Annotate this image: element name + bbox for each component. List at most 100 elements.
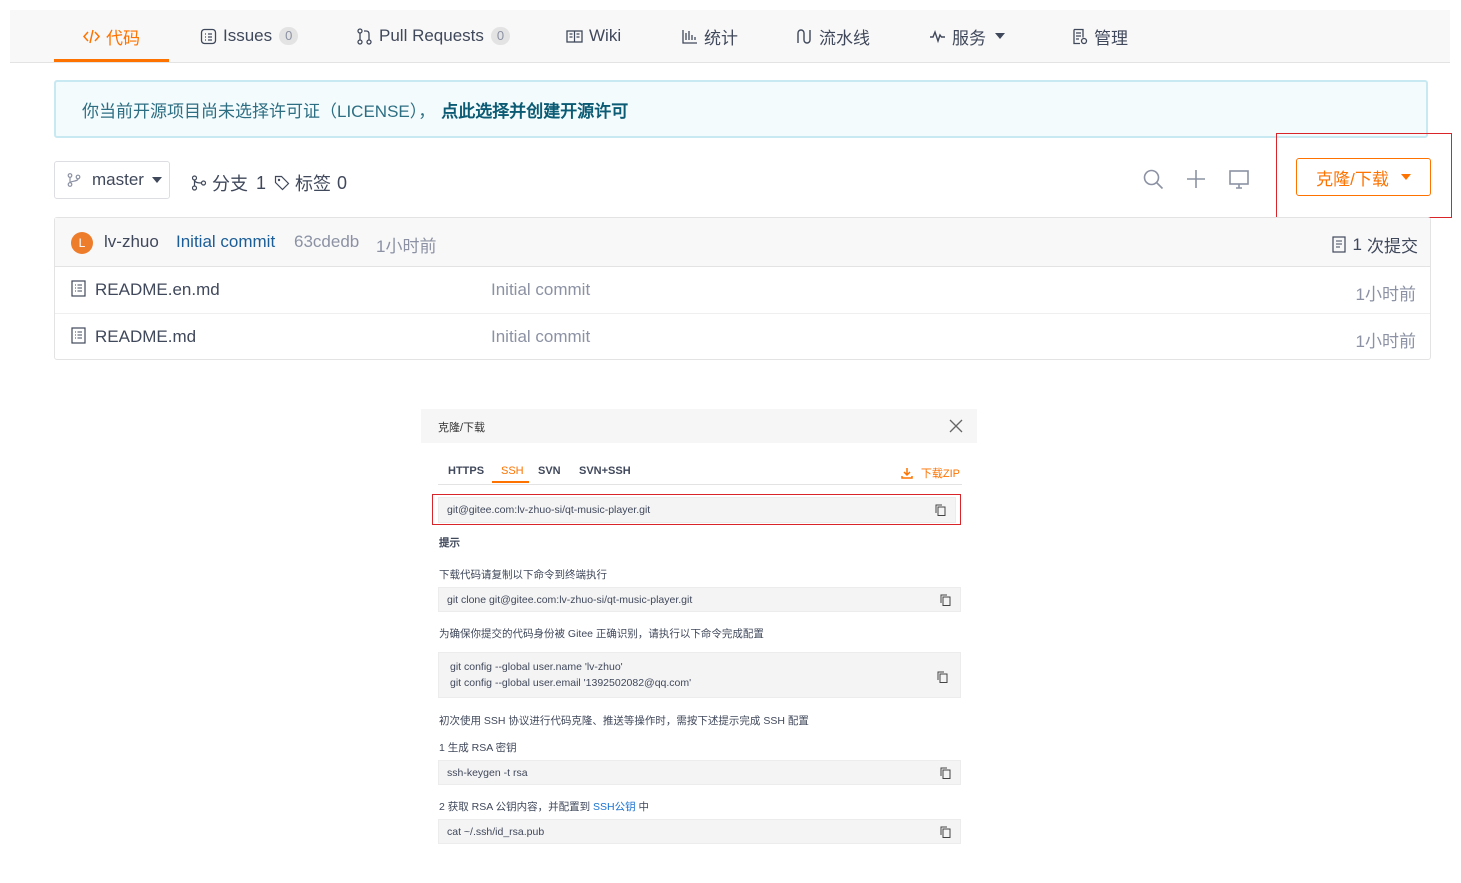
tag-icon	[274, 175, 290, 191]
chevron-down-icon	[995, 33, 1005, 39]
cat-command-text: cat ~/.ssh/id_rsa.pub	[447, 826, 545, 838]
file-commit-message[interactable]: Initial commit	[491, 327, 590, 347]
issues-icon	[200, 28, 217, 44]
download-icon	[901, 468, 913, 479]
commit-author[interactable]: lv-zhuo	[104, 232, 159, 252]
tip-title: 提示	[439, 537, 460, 549]
file-name[interactable]: README.md	[95, 327, 196, 347]
tip-ssh: 初次使用 SSH 协议进行代码克隆、推送等操作时，需按下述提示完成 SSH 配置	[439, 715, 809, 727]
file-time: 1小时前	[1355, 285, 1416, 304]
avatar[interactable]: L	[71, 232, 93, 254]
chevron-down-icon	[151, 177, 162, 183]
tags-label: 标签	[295, 174, 331, 194]
config-email-text: git config --global user.email '13925020…	[450, 677, 692, 689]
close-icon[interactable]	[949, 419, 963, 433]
clone-panel-title: 克隆/下载	[438, 422, 486, 434]
add-file-icon[interactable]	[1185, 168, 1207, 190]
copy-icon[interactable]	[940, 594, 951, 606]
step2-text: 2 获取 RSA 公钥内容，并配置到 SSH公钥 中	[439, 799, 649, 814]
commit-message[interactable]: Initial commit	[176, 232, 275, 252]
copy-icon[interactable]	[940, 767, 951, 779]
file-icon	[71, 280, 86, 297]
tags-link[interactable]: 标签 0	[274, 170, 347, 196]
tab-svn[interactable]: SVN	[538, 465, 561, 477]
file-commit-message[interactable]: Initial commit	[491, 280, 590, 300]
tab-pipeline-label: 流水线	[819, 28, 870, 48]
tab-wiki-label: Wiki	[589, 26, 622, 45]
tab-pull-requests[interactable]: Pull Requests 0	[356, 10, 511, 62]
tab-service[interactable]: 服务	[929, 10, 1005, 62]
tab-ssh[interactable]: SSH	[501, 465, 524, 477]
commit-hash[interactable]: 63cdedb	[294, 232, 359, 252]
tab-pull-requests-label: Pull Requests	[379, 26, 484, 45]
latest-commit-row: L lv-zhuo Initial commit 63cdedb 1小时前 1 …	[55, 218, 1430, 267]
tab-issues-label: Issues	[223, 26, 273, 45]
service-icon	[930, 29, 945, 43]
step2-suffix: 中	[638, 801, 650, 813]
tab-https[interactable]: HTTPS	[448, 465, 484, 477]
copy-icon[interactable]	[940, 826, 951, 838]
clone-protocol-tabs: HTTPS SSH SVN SVN+SSH 下载ZIP	[438, 458, 962, 485]
tab-stats[interactable]: 统计	[681, 10, 738, 62]
tab-wiki[interactable]: Wiki	[566, 10, 621, 62]
branch-select[interactable]: master	[54, 161, 170, 199]
clone-download-label: 克隆/下载	[1316, 169, 1389, 189]
repo-nav: 代码 Issues 0 Pull Requests 0 Wiki 统计 流水线 …	[10, 10, 1450, 63]
keygen-command-text: ssh-keygen -t rsa	[447, 767, 528, 779]
file-icon	[71, 327, 86, 344]
download-zip-link[interactable]: 下载ZIP	[901, 465, 960, 481]
git-config-box[interactable]: git config --global user.name 'lv-zhuo' …	[438, 652, 961, 698]
tip-config: 为确保你提交的代码身份被 Gitee 正确识别，请执行以下命令完成配置	[439, 628, 764, 640]
tab-stats-label: 统计	[704, 28, 738, 48]
copy-icon[interactable]	[935, 504, 946, 516]
wiki-icon	[566, 29, 583, 43]
tab-issues[interactable]: Issues 0	[200, 10, 299, 62]
pull-requests-count-badge: 0	[490, 27, 511, 45]
tab-svn-ssh[interactable]: SVN+SSH	[579, 465, 631, 477]
active-tab-underline	[492, 481, 529, 483]
commits-count: 1	[1352, 234, 1362, 254]
branches-link[interactable]: 分支 1	[191, 170, 266, 196]
clone-url-text: git@gitee.com:lv-zhuo-si/qt-music-player…	[447, 504, 651, 516]
config-name-text: git config --global user.name 'lv-zhuo'	[450, 661, 623, 673]
file-time: 1小时前	[1355, 332, 1416, 351]
pipeline-icon	[797, 28, 811, 44]
branches-label: 分支	[212, 174, 248, 194]
branch-icon	[191, 175, 207, 191]
clone-url-field[interactable]: git@gitee.com:lv-zhuo-si/qt-music-player…	[438, 497, 956, 523]
pull-request-icon	[357, 27, 372, 45]
tab-service-label: 服务	[952, 28, 986, 48]
step2-prefix: 2 获取 RSA 公钥内容，并配置到	[439, 801, 591, 813]
table-row[interactable]: README.md Initial commit 1小时前	[55, 313, 1430, 360]
ssh-key-link[interactable]: SSH公钥	[593, 801, 636, 813]
branch-name: master	[92, 170, 144, 189]
create-license-link[interactable]: 点此选择并创建开源许可	[441, 97, 628, 122]
manage-icon	[1073, 28, 1088, 44]
tip-download: 下载代码请复制以下命令到终端执行	[439, 569, 607, 581]
license-notice: 你当前开源项目尚未选择许可证（LICENSE）， 点此选择并创建开源许可	[54, 80, 1428, 138]
commit-time: 1小时前	[376, 237, 437, 256]
keygen-command-box[interactable]: ssh-keygen -t rsa	[438, 760, 961, 785]
clone-command-text: git clone git@gitee.com:lv-zhuo-si/qt-mu…	[447, 594, 693, 606]
clone-panel-header: 克隆/下载	[421, 409, 977, 443]
file-table: L lv-zhuo Initial commit 63cdedb 1小时前 1 …	[54, 217, 1431, 360]
tab-manage[interactable]: 管理	[1071, 10, 1128, 62]
search-icon[interactable]	[1142, 168, 1164, 190]
file-name[interactable]: README.en.md	[95, 280, 220, 300]
step1-text: 1 生成 RSA 密钥	[439, 742, 517, 754]
table-row[interactable]: README.en.md Initial commit 1小时前	[55, 266, 1430, 314]
clone-command-box[interactable]: git clone git@gitee.com:lv-zhuo-si/qt-mu…	[438, 587, 961, 612]
clone-download-button[interactable]: 克隆/下载	[1296, 158, 1431, 196]
commit-log-icon	[1331, 236, 1346, 253]
tab-manage-label: 管理	[1094, 28, 1128, 48]
cat-command-box[interactable]: cat ~/.ssh/id_rsa.pub	[438, 819, 961, 844]
commits-count-link[interactable]: 1 次提交	[1331, 232, 1418, 257]
issues-count-badge: 0	[279, 27, 299, 45]
branch-icon	[67, 173, 81, 187]
license-notice-text: 你当前开源项目尚未选择许可证（LICENSE），	[82, 101, 436, 121]
web-ide-icon[interactable]	[1228, 168, 1250, 190]
copy-icon[interactable]	[937, 671, 948, 683]
tab-code[interactable]: 代码	[54, 10, 169, 62]
tab-pipeline[interactable]: 流水线	[796, 10, 870, 62]
code-icon	[83, 29, 100, 43]
